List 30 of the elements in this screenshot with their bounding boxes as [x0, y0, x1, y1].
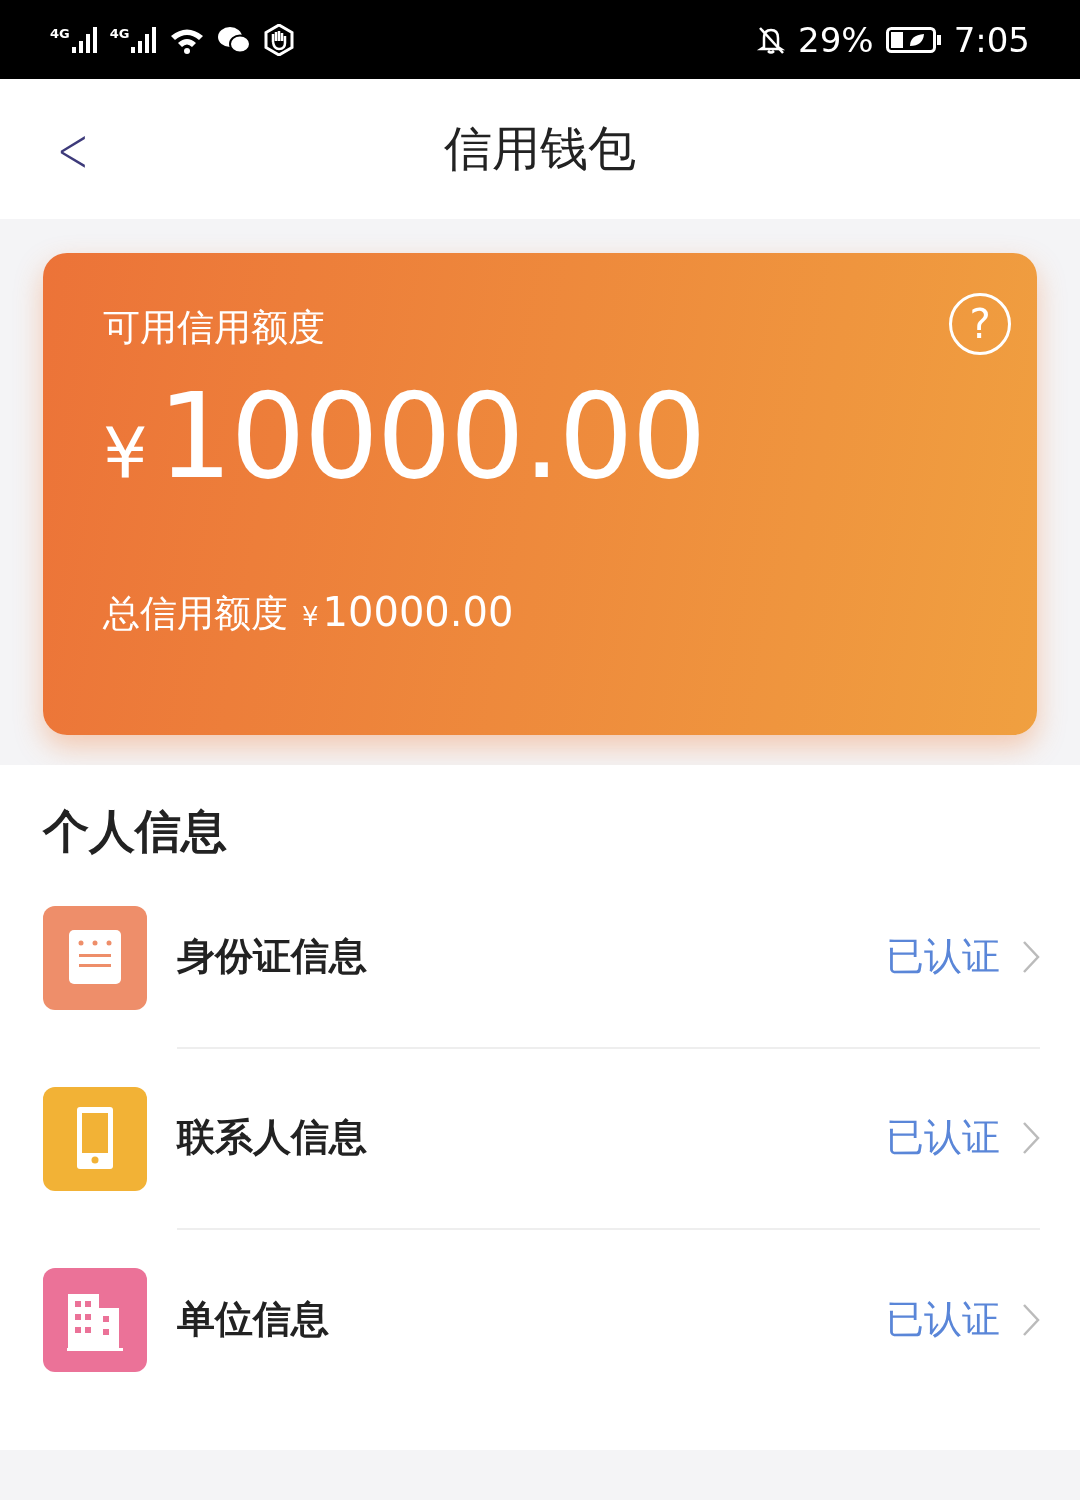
- network-type-label: 4G: [109, 26, 130, 41]
- network-type-label: 4G: [50, 26, 70, 41]
- signal-icon: [131, 26, 158, 53]
- available-credit-label: 可用信用额度: [103, 305, 325, 351]
- section-heading: 个人信息: [43, 803, 228, 860]
- row-label: 单位信息: [177, 1296, 330, 1343]
- available-credit-amount: 10000.00: [157, 367, 705, 505]
- chat-icon: [217, 25, 252, 54]
- currency-symbol: ¥: [103, 412, 148, 494]
- chevron-icon: [1022, 1120, 1040, 1155]
- row-label: 身份证信息: [177, 933, 368, 980]
- verified-status: 已认证: [886, 933, 1000, 980]
- back-button[interactable]: <: [50, 115, 95, 185]
- info-row[interactable]: 单位信息 已认证: [43, 1229, 1040, 1410]
- total-credit-amount: 10000.00: [322, 589, 514, 635]
- total-credit-label: 总信用额度: [103, 591, 288, 637]
- verified-status: 已认证: [886, 1114, 1000, 1161]
- signal-icon: [71, 26, 98, 53]
- clock-time: 7:05: [953, 19, 1030, 60]
- page-title: 信用钱包: [444, 119, 636, 178]
- info-row[interactable]: 身份证信息 已认证: [43, 867, 1040, 1048]
- chevron-icon: [1022, 939, 1040, 974]
- chevron-icon: [1022, 1302, 1040, 1337]
- hand-icon: [263, 23, 296, 56]
- row-label: 联系人信息: [177, 1114, 368, 1161]
- battery-percent: 29%: [798, 19, 874, 60]
- battery-icon: [885, 26, 942, 53]
- info-row[interactable]: 联系人信息 已认证: [43, 1048, 1040, 1229]
- currency-symbol: ¥: [302, 602, 319, 632]
- verified-status: 已认证: [886, 1296, 1000, 1343]
